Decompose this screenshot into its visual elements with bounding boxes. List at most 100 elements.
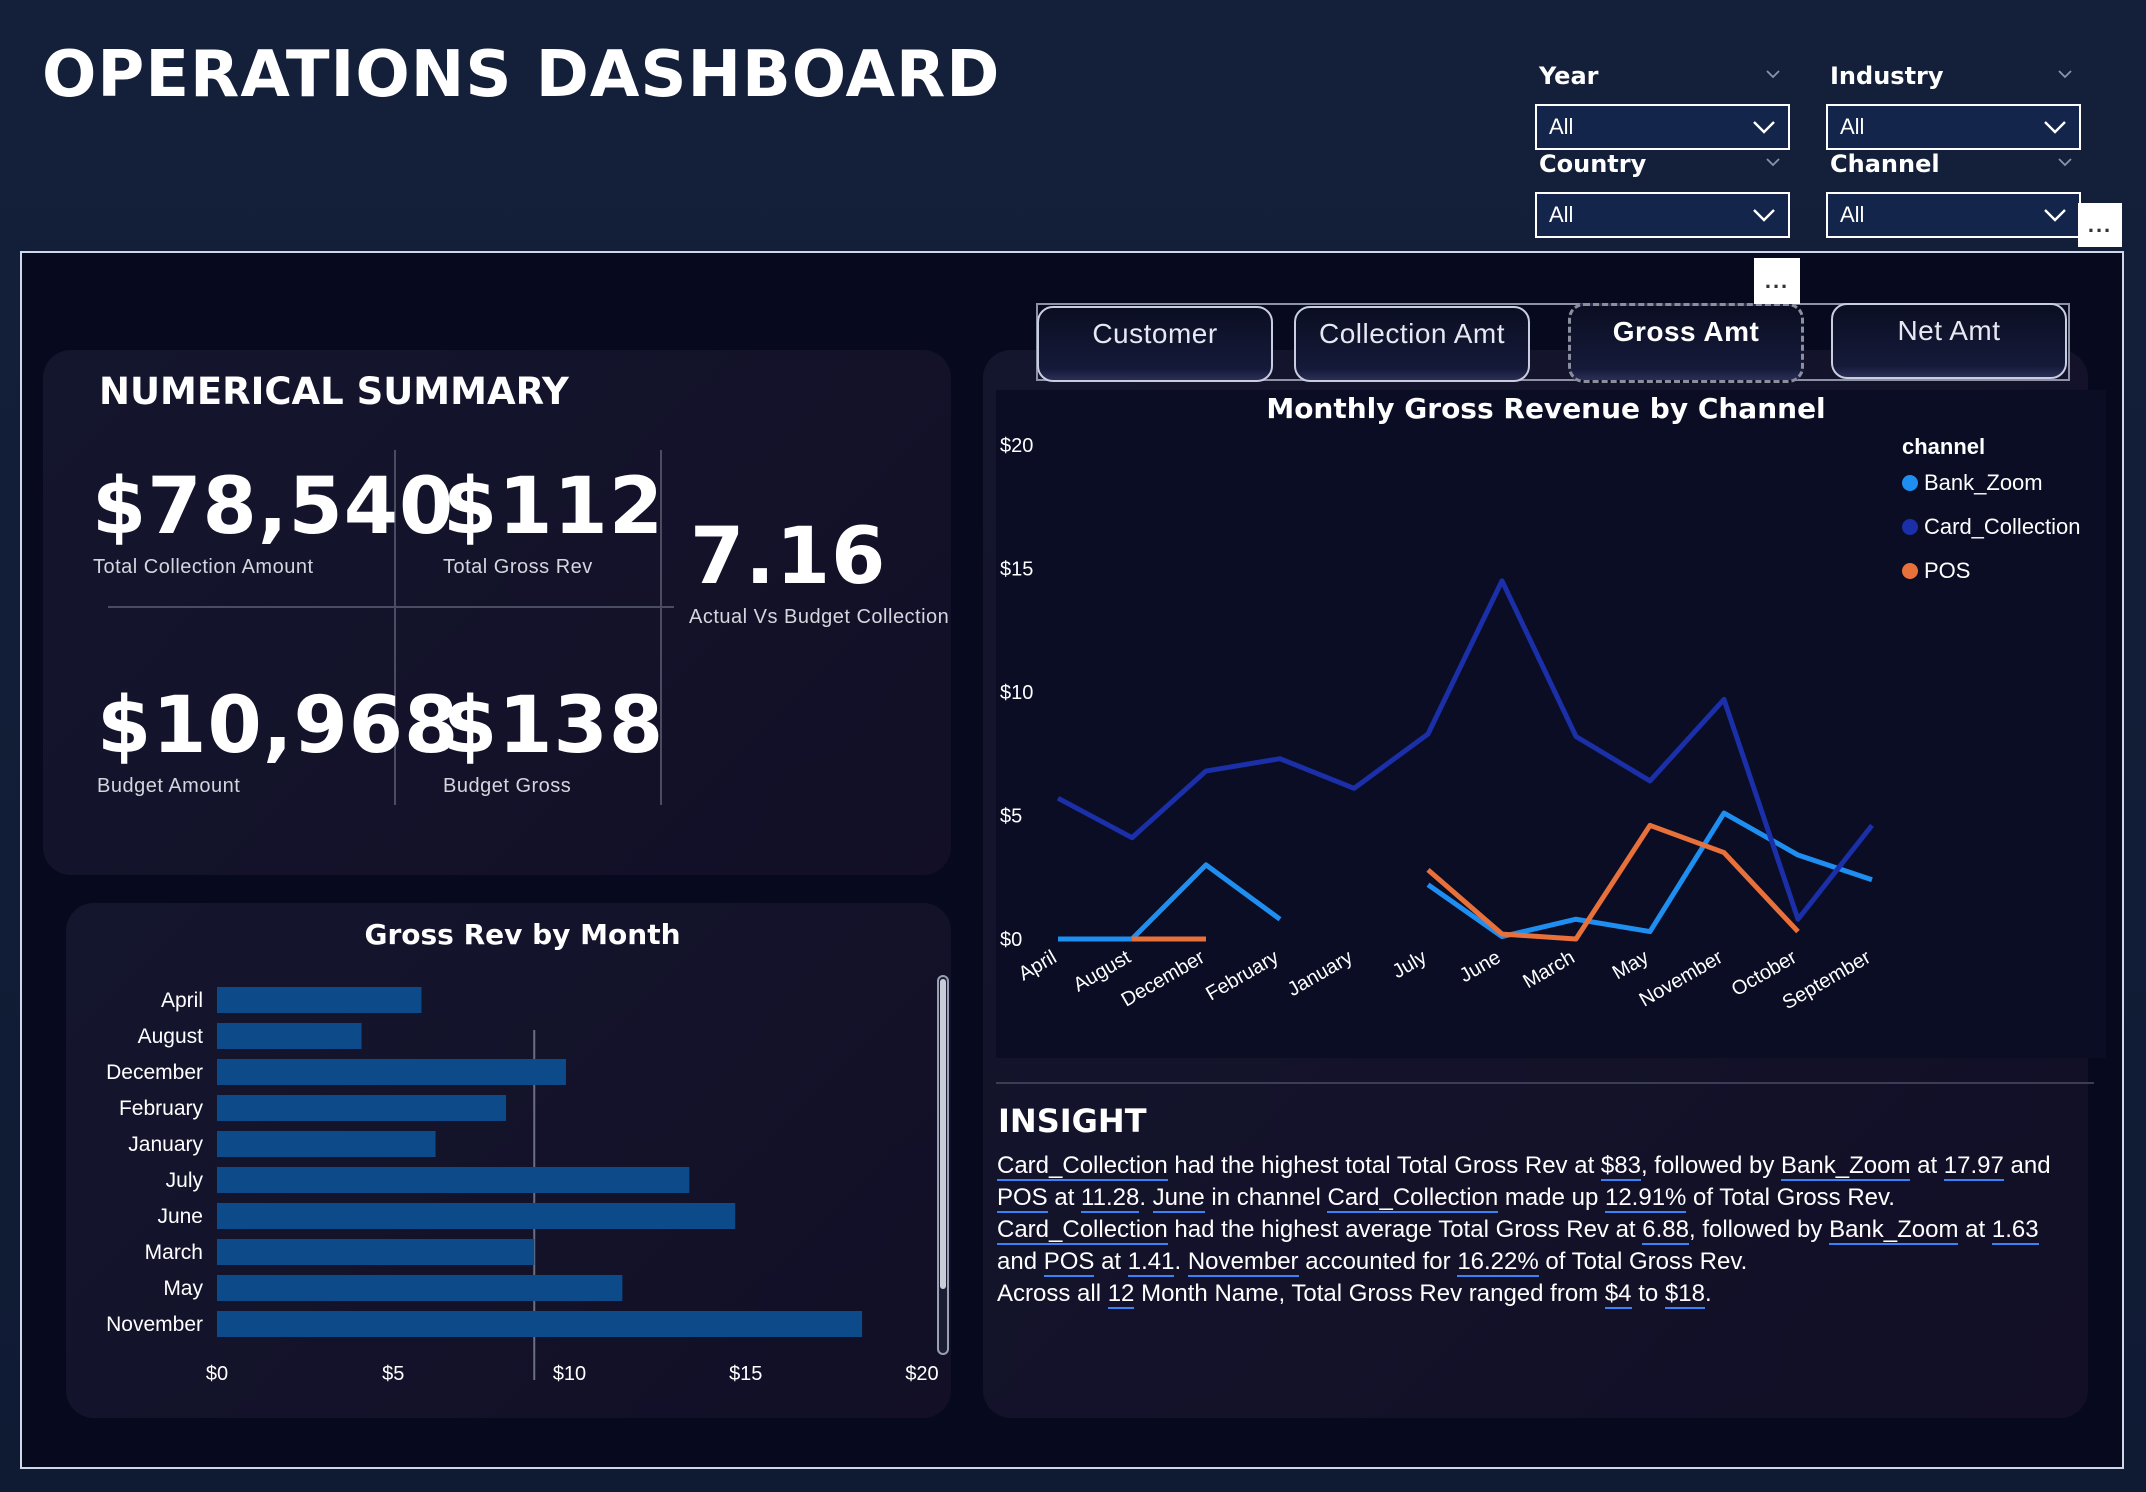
insight-text-run: Month Name, Total Gross Rev ranged from [1134, 1280, 1605, 1307]
country-slicer-value: All [1549, 202, 1574, 227]
more-options-button[interactable]: ... [1754, 258, 1800, 304]
insight-text-run: in channel [1204, 1184, 1328, 1211]
monthly-gross-revenue-line-chart[interactable]: $0$5$10$15$20April AugustDecemberFebruary… [996, 420, 1896, 1060]
bar[interactable] [217, 1203, 736, 1229]
chevron-down-icon [1753, 209, 1775, 222]
insight-line-4: and POS at 1.41. November accounted for … [997, 1246, 2087, 1278]
insight-ref: Card_Collection [997, 1216, 1168, 1245]
year-slicer-dropdown[interactable]: All [1535, 104, 1790, 150]
insight-text-run: Across all [997, 1280, 1108, 1307]
insight-ref: 1.63 [1991, 1216, 2039, 1245]
country-slicer-dropdown[interactable]: All [1535, 192, 1790, 238]
legend-label: POS [1924, 558, 1971, 583]
insight-text-run: made up [1498, 1184, 1605, 1211]
bar[interactable] [217, 1239, 535, 1265]
scrollbar-thumb[interactable] [940, 979, 946, 1289]
y-tick-label: $0 [1000, 929, 1022, 951]
bar[interactable] [217, 1059, 566, 1085]
series-line-bank-zoom[interactable] [1058, 862, 1282, 942]
x-tick-label: January [1284, 946, 1357, 1001]
insight-text-run: . [1174, 1248, 1188, 1275]
insight-line-2: POS at 11.28. June in channel Card_Colle… [997, 1182, 2087, 1214]
industry-slicer-dropdown[interactable]: All [1826, 104, 2081, 150]
x-tick-label: July [1389, 946, 1431, 983]
bar[interactable] [217, 987, 422, 1013]
gross-rev-bar-chart[interactable]: April August December February January July Ju… [66, 960, 946, 1400]
insight-ref: June [1152, 1184, 1205, 1213]
series-line-bank-zoom[interactable] [1426, 810, 1873, 940]
bar[interactable] [217, 1095, 507, 1121]
insight-ref: Bank_Zoom [1829, 1216, 1959, 1245]
x-tick-label: June [1456, 946, 1505, 987]
legend-dot-icon [1902, 475, 1918, 491]
legend-label: Bank_Zoom [1924, 470, 2043, 495]
insight-text-run: . [1139, 1184, 1153, 1211]
x-tick-label: May [1609, 946, 1653, 984]
slicer-label-year: Year [1539, 62, 1599, 90]
chevron-down-icon[interactable] [2057, 154, 2073, 170]
kpi-budget-gross-label: Budget Gross [443, 775, 572, 797]
tab-collection-amt[interactable]: Collection Amt [1294, 306, 1530, 382]
kpi-budget-amount-value: $10,968 [97, 681, 460, 771]
category-label: May [163, 1277, 203, 1300]
kpi-total-gross-rev-label: Total Gross Rev [443, 556, 593, 578]
insight-text-run: , followed by [1640, 1152, 1782, 1179]
x-tick-label: December [1118, 946, 1209, 1011]
series-line-card-collection[interactable] [1056, 578, 1874, 922]
insight-text-run: had the highest total Total Gross Rev at [1167, 1152, 1601, 1179]
divider [996, 1082, 2094, 1084]
x-tick-label: $0 [206, 1363, 228, 1385]
insight-text-run: , followed by [1689, 1216, 1830, 1243]
tab-gross-amt[interactable]: Gross Amt [1568, 303, 1804, 383]
x-tick-label: February [1202, 946, 1282, 1005]
y-tick-label: $5 [1000, 806, 1022, 828]
insight-ref: $4 [1604, 1280, 1632, 1309]
x-tick-label: $15 [729, 1363, 762, 1385]
x-tick-label: April [1015, 946, 1061, 985]
category-label: June [157, 1205, 203, 1228]
slicer-label-country: Country [1539, 150, 1647, 178]
category-label: December [106, 1061, 203, 1084]
category-label: July [166, 1169, 204, 1192]
kpi-actual-vs-budget-value: 7.16 [690, 512, 887, 602]
bar[interactable] [217, 1131, 436, 1157]
legend-item-card-collection[interactable]: Card_Collection [1902, 514, 2081, 540]
channel-slicer-value: All [1840, 202, 1865, 227]
bar-chart-scrollbar[interactable] [937, 975, 949, 1355]
tab-net-amt[interactable]: Net Amt [1831, 303, 2067, 379]
legend-item-pos[interactable]: POS [1902, 558, 1970, 584]
insight-text-run: and [2003, 1152, 2051, 1179]
chevron-down-icon[interactable] [1765, 154, 1781, 170]
legend-item-bank-zoom[interactable]: Bank_Zoom [1902, 470, 2043, 496]
bar[interactable] [217, 1311, 863, 1337]
bar[interactable] [217, 1275, 623, 1301]
y-tick-label: $10 [1000, 682, 1033, 704]
insight-text: Card_Collection had the highest total To… [997, 1150, 2087, 1310]
channel-slicer-dropdown[interactable]: All [1826, 192, 2081, 238]
bar[interactable] [217, 1167, 690, 1193]
insight-text-run: accounted for [1298, 1248, 1458, 1275]
bar[interactable] [217, 1023, 362, 1049]
insight-text-run: of Total Gross Rev. [1686, 1184, 1895, 1211]
summary-title: NUMERICAL SUMMARY [99, 370, 569, 413]
insight-ref: $83 [1600, 1152, 1641, 1181]
category-label: March [145, 1241, 203, 1264]
insight-ref: Card_Collection [1327, 1184, 1499, 1213]
category-label: January [128, 1133, 203, 1156]
legend-dot-icon [1902, 519, 1918, 535]
y-tick-label: $15 [1000, 559, 1033, 581]
bar-chart-title: Gross Rev by Month [364, 918, 681, 951]
divider [108, 606, 674, 608]
kpi-actual-vs-budget-label: Actual Vs Budget Collection [689, 606, 950, 628]
insight-ref: 12.91% [1604, 1184, 1687, 1213]
insight-text-run: at [1958, 1216, 1992, 1243]
legend-dot-icon [1902, 563, 1918, 579]
more-options-button[interactable]: ... [2078, 203, 2122, 247]
chevron-down-icon[interactable] [2057, 66, 2073, 82]
industry-slicer-value: All [1840, 114, 1865, 139]
category-label: August [138, 1025, 204, 1048]
chevron-down-icon[interactable] [1765, 66, 1781, 82]
insight-text-run: and [997, 1248, 1044, 1275]
tab-customer[interactable]: Customer [1037, 306, 1273, 382]
insight-text-run: at [1094, 1248, 1128, 1275]
